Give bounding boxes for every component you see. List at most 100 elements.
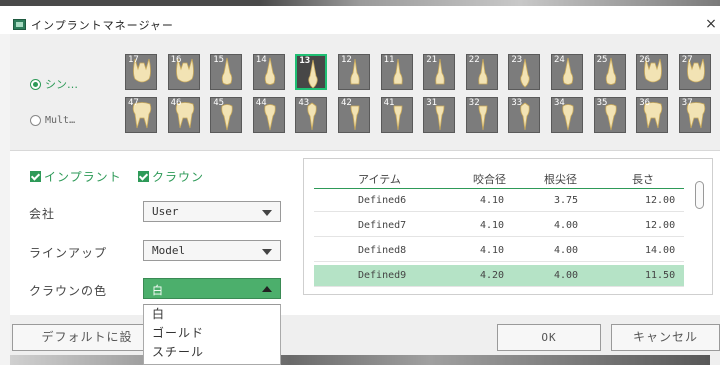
app-icon	[13, 19, 26, 30]
tooth-21[interactable]: 21	[423, 54, 456, 90]
crown-checkbox[interactable]: クラウン	[138, 168, 204, 185]
tooth-36[interactable]: 36	[636, 97, 669, 133]
tooth-33[interactable]: 33	[508, 97, 541, 133]
crown-color-dropdown: 白 ゴールド スチール	[143, 304, 281, 365]
table-cell: 12.00	[645, 220, 676, 231]
ok-button[interactable]: OK	[497, 324, 601, 351]
crown-checkbox-label: クラウン	[152, 170, 205, 184]
tooth-44[interactable]: 44	[252, 97, 285, 133]
close-icon[interactable]: ×	[702, 16, 720, 32]
chevron-down-icon	[262, 210, 272, 216]
lineup-label: ラインアップ	[29, 246, 108, 260]
tooth-25[interactable]: 25	[593, 54, 626, 90]
tooth-24[interactable]: 24	[551, 54, 583, 90]
table-cell: 4.20	[480, 270, 505, 281]
tooth-34[interactable]: 34	[551, 97, 583, 133]
crown-color-select[interactable]: 白	[143, 278, 281, 299]
tooth-27[interactable]: 27	[678, 54, 711, 90]
tooth-31[interactable]: 31	[423, 97, 456, 133]
table-row[interactable]: Defined7 4.10 4.00 12.00	[314, 215, 684, 237]
tooth-16[interactable]: 16	[167, 54, 200, 90]
tooth-number: 32	[468, 98, 480, 108]
tooth-number: 25	[596, 55, 608, 65]
bottom-edge	[10, 355, 710, 365]
tooth-17[interactable]: 17	[125, 54, 157, 90]
table-cell: Defined7	[358, 220, 407, 231]
table-cell: 12.00	[645, 195, 676, 206]
tooth-15[interactable]: 15	[210, 54, 243, 90]
tooth-number: 47	[128, 98, 139, 108]
radio-single-indicator[interactable]	[30, 78, 41, 90]
table-cell: 4.00	[554, 245, 579, 256]
column-header-occlusal-diameter: 咬合径	[473, 173, 506, 186]
crown-color-label: クラウンの色	[29, 284, 108, 298]
column-header-item: アイテム	[358, 173, 401, 186]
lineup-select[interactable]: Model	[143, 240, 281, 261]
tooth-22[interactable]: 22	[465, 54, 498, 90]
tooth-number: 43	[298, 98, 310, 108]
settings-panel: インプラント クラウン 会社 User ラインアップ Model クラウンの色 …	[10, 150, 720, 315]
tooth-45[interactable]: 45	[210, 97, 243, 133]
tooth-number: 46	[170, 98, 182, 108]
tooth-number: 15	[213, 55, 225, 65]
company-select[interactable]: User	[143, 201, 281, 222]
tooth-35[interactable]: 35	[593, 97, 626, 133]
window-title: インプラントマネージャー	[31, 19, 174, 32]
tooth-43[interactable]: 43	[295, 97, 328, 133]
table-cell: 4.00	[554, 220, 579, 231]
tooth-number: 24	[554, 55, 565, 65]
table-cell: 14.00	[645, 245, 676, 256]
column-header-apical-diameter: 根尖径	[544, 173, 577, 186]
tooth-13[interactable]: 13	[295, 54, 328, 90]
crown-color-select-value: 白	[152, 284, 163, 297]
tooth-number: 34	[554, 98, 565, 108]
lineup-select-value: Model	[152, 244, 186, 257]
implant-checkbox[interactable]: インプラント	[30, 168, 122, 185]
tooth-46[interactable]: 46	[167, 97, 200, 133]
tooth-14[interactable]: 14	[252, 54, 285, 90]
chevron-up-icon	[262, 286, 272, 292]
tooth-11[interactable]: 11	[380, 54, 413, 90]
table-scrollbar[interactable]	[695, 181, 704, 209]
implant-table: アイテム 咬合径 根尖径 長さ Defined6 4.10 3.75 12.00 Def…	[303, 158, 713, 295]
tooth-12[interactable]: 12	[338, 54, 370, 90]
table-row[interactable]: Defined6 4.10 3.75 12.00	[314, 190, 684, 212]
tooth-number: 23	[511, 55, 523, 65]
table-row[interactable]: Defined9 4.20 4.00 11.50	[314, 265, 684, 287]
tooth-number: 21	[426, 55, 438, 65]
tooth-number: 26	[639, 55, 651, 65]
tooth-number: 17	[128, 55, 139, 65]
crown-check-icon[interactable]	[138, 171, 149, 182]
tooth-26[interactable]: 26	[636, 54, 669, 90]
tooth-number: 12	[341, 55, 352, 65]
tooth-number: 35	[596, 98, 608, 108]
table-cell: 11.50	[645, 270, 676, 281]
radio-single[interactable]: シン…	[30, 76, 78, 92]
tooth-41[interactable]: 41	[380, 97, 413, 133]
table-header: アイテム 咬合径 根尖径 長さ	[314, 167, 684, 189]
tooth-number: 42	[341, 98, 352, 108]
dropdown-option-white[interactable]: 白	[144, 305, 280, 324]
radio-multi[interactable]: Mult…	[30, 115, 75, 126]
table-row[interactable]: Defined8 4.10 4.00 14.00	[314, 240, 684, 262]
tooth-37[interactable]: 37	[678, 97, 711, 133]
tooth-selector-panel: シン… Mult… 17 16 15 14 13 12 11 21 22 23 24 25 26 27 4…	[10, 34, 720, 150]
tooth-23[interactable]: 23	[508, 54, 541, 90]
tooth-47[interactable]: 47	[125, 97, 157, 133]
reset-default-button[interactable]: デフォルトに設	[12, 324, 162, 351]
cancel-button[interactable]: キャンセル	[611, 324, 720, 351]
radio-single-label: シン…	[45, 78, 78, 91]
tooth-number: 13	[299, 56, 311, 66]
dropdown-option-gold[interactable]: ゴールド	[144, 324, 280, 343]
radio-multi-indicator[interactable]	[30, 115, 41, 126]
dropdown-option-steel[interactable]: スチール	[144, 343, 280, 362]
company-select-value: User	[152, 205, 179, 218]
tooth-32[interactable]: 32	[465, 97, 498, 133]
tooth-number: 45	[213, 98, 225, 108]
implant-check-icon[interactable]	[30, 171, 41, 182]
tooth-42[interactable]: 42	[338, 97, 370, 133]
table-cell: 4.10	[480, 245, 505, 256]
radio-multi-label: Mult…	[45, 115, 76, 126]
tooth-number: 33	[511, 98, 523, 108]
tooth-number: 36	[639, 98, 651, 108]
